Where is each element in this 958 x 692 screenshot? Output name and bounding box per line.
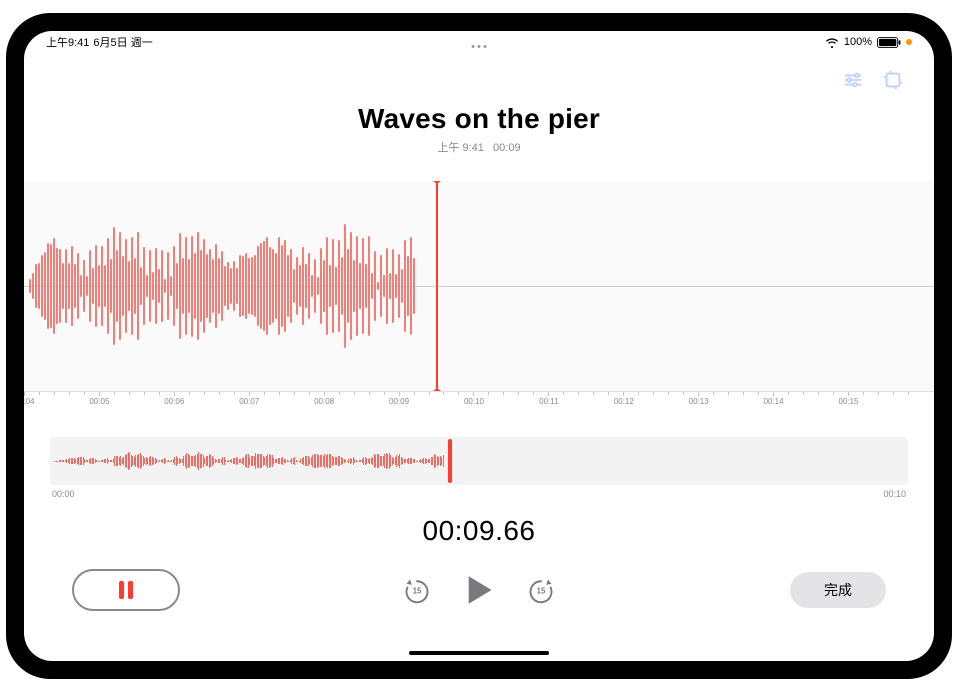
overview-labels: 00:00 00:10	[50, 489, 908, 499]
playback-controls: 15 15 完成	[24, 569, 934, 611]
overview-playhead[interactable]	[448, 439, 452, 483]
overview-track[interactable]	[50, 437, 908, 485]
ruler-label: 00:06	[164, 397, 184, 406]
status-right: 100%	[825, 36, 912, 48]
battery-icon	[877, 37, 901, 48]
home-indicator[interactable]	[409, 651, 549, 655]
play-button[interactable]	[465, 574, 493, 606]
overview-end: 00:10	[883, 489, 906, 499]
pause-icon	[119, 581, 133, 599]
status-time: 上午9:41	[46, 34, 89, 50]
ruler-label: 00:08	[314, 397, 334, 406]
wifi-icon	[825, 36, 839, 48]
svg-text:15: 15	[537, 587, 546, 596]
status-left: 上午9:41 6月5日 週一	[46, 34, 153, 50]
ruler-label: 00:07	[239, 397, 259, 406]
ruler-label: 00:12	[614, 397, 634, 406]
mic-indicator-icon	[906, 39, 912, 45]
battery-pct: 100%	[844, 36, 872, 48]
ruler-label: 00:05	[89, 397, 109, 406]
done-button[interactable]: 完成	[790, 572, 886, 608]
title-area: Waves on the pier 上午 9:41 00:09	[24, 103, 934, 155]
overview-waveform	[54, 443, 446, 479]
overview-section: 00:00 00:10	[50, 437, 908, 499]
elapsed-timer: 00:09.66	[24, 515, 934, 547]
ruler-label: 00:10	[464, 397, 484, 406]
ruler-label: 00:04	[24, 397, 35, 406]
multitask-dots-icon[interactable]	[472, 45, 487, 48]
ruler-label: 00:11	[539, 397, 558, 406]
waveform-bars	[24, 181, 436, 391]
ipad-frame: 上午9:41 6月5日 週一 100%	[6, 13, 952, 679]
options-icon[interactable]	[842, 69, 864, 96]
ruler-label: 00:14	[764, 397, 784, 406]
status-bar: 上午9:41 6月5日 週一 100%	[24, 31, 934, 53]
recording-duration: 00:09	[493, 142, 521, 154]
recording-subtitle: 上午 9:41 00:09	[24, 139, 934, 155]
playhead[interactable]	[436, 181, 438, 391]
skip-forward-button[interactable]: 15	[527, 576, 555, 604]
skip-back-button[interactable]: 15	[403, 576, 431, 604]
svg-text:15: 15	[413, 587, 422, 596]
waveform-main[interactable]	[24, 181, 934, 391]
recording-time: 上午 9:41	[437, 142, 483, 154]
ruler-label: 00:09	[389, 397, 409, 406]
time-ruler[interactable]: 00:04 00:05 00:06 00:07 00:08 00:09 00:10 00:11…	[24, 391, 934, 413]
status-date: 6月5日 週一	[93, 34, 152, 50]
overview-start: 00:00	[52, 489, 75, 499]
recording-title[interactable]: Waves on the pier	[24, 103, 934, 135]
ruler-label: 00:13	[689, 397, 709, 406]
transport-controls: 15 15	[403, 574, 555, 606]
trim-icon[interactable]	[882, 69, 904, 96]
ruler-label: 00:15	[838, 397, 858, 406]
pause-button[interactable]	[72, 569, 180, 611]
screen: 上午9:41 6月5日 週一 100%	[24, 31, 934, 661]
edit-tools	[842, 69, 904, 96]
